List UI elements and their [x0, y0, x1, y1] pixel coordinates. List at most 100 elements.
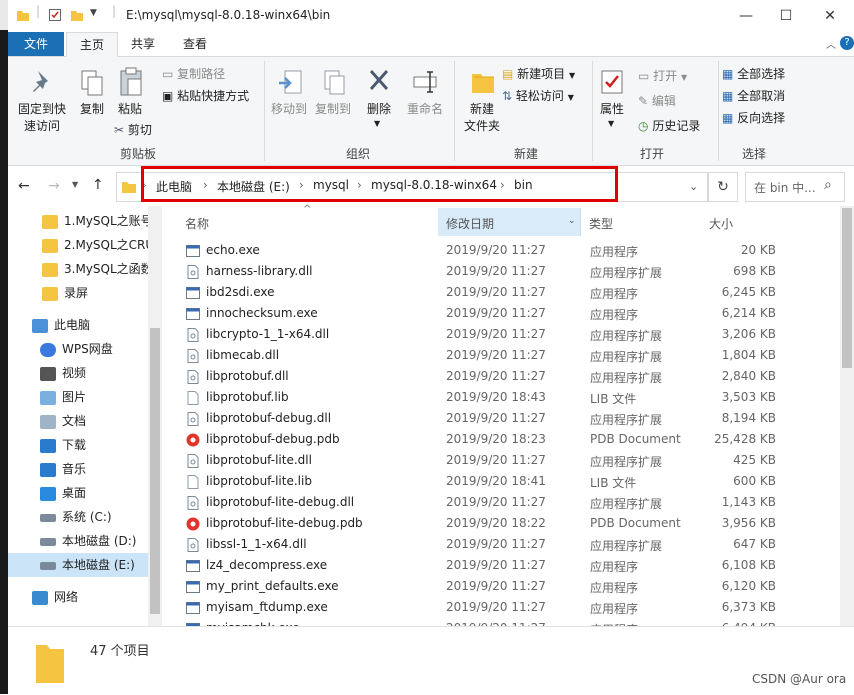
table-row[interactable]: libprotobuf-lite.dll 2019/9/20 11:27 应用程序扩…	[178, 451, 794, 472]
history-button[interactable]: ◷ 历史记录	[638, 117, 700, 134]
folder-icon	[42, 286, 58, 301]
file-size: 2,840 KB	[721, 369, 776, 383]
paste-label: 粘贴	[117, 102, 142, 116]
easy-access-button[interactable]: ⇅ 轻松访问 ▼	[502, 87, 574, 104]
file-size: 6,108 KB	[721, 558, 776, 572]
file-list-header: ^ 名称 修改日期 ⌄ 类型 大小	[163, 204, 843, 236]
table-row[interactable]: innochecksum.exe 2019/9/20 11:27 应用程序 6,214…	[178, 304, 794, 325]
close-button[interactable]: ✕	[820, 6, 840, 26]
copy-path-button[interactable]: ▭ 复制路径	[162, 65, 225, 82]
group-new-label: 新建	[513, 147, 538, 161]
column-header-type[interactable]: 类型	[589, 215, 613, 232]
up-arrow-icon[interactable]: ↑	[92, 177, 104, 193]
table-row[interactable]: libprotobuf.dll 2019/9/20 11:27 应用程序扩展 2,84…	[178, 367, 794, 388]
table-row[interactable]: libssl-1_1-x64.dll 2019/9/20 11:27 应用程序扩展 6…	[178, 535, 794, 556]
paste-button[interactable]: 粘贴	[112, 61, 148, 116]
chevron-down-icon[interactable]: ⌄	[689, 180, 698, 193]
table-row[interactable]: myisam_ftdump.exe 2019/9/20 11:27 应用程序 6,37…	[178, 598, 794, 619]
file-size: 425 KB	[733, 453, 776, 467]
file-date: 2019/9/20 11:27	[446, 348, 546, 362]
select-all-button[interactable]: ▦ 全部选择	[722, 65, 785, 82]
copy-button[interactable]: 复制	[74, 61, 110, 141]
chevron-down-icon[interactable]: ▼	[90, 8, 97, 18]
table-row[interactable]: libprotobuf-debug.dll 2019/9/20 11:27 应用程序…	[178, 409, 794, 430]
table-row[interactable]: libmecab.dll 2019/9/20 11:27 应用程序扩展 1,804 K…	[178, 346, 794, 367]
file-size: 647 KB	[733, 537, 776, 551]
group-divider	[454, 61, 455, 161]
move-to-label: 移动到	[270, 102, 307, 116]
table-row[interactable]: libprotobuf-lite-debug.dll 2019/9/20 11:2…	[178, 493, 794, 514]
minimize-button[interactable]: —	[736, 6, 756, 26]
file-name: libmecab.dll	[206, 348, 280, 362]
column-header-name[interactable]: 名称	[185, 215, 209, 232]
file-date: 2019/9/20 11:27	[446, 453, 546, 467]
copy-path-icon: ▭	[162, 67, 174, 81]
column-header-size[interactable]: 大小	[709, 215, 733, 232]
move-to-button[interactable]: 移动到	[268, 61, 310, 141]
file-type: PDB Document	[590, 432, 681, 446]
group-organize-label: 组织	[345, 147, 370, 161]
chevron-up-icon[interactable]: ︿	[826, 36, 836, 51]
properties-button[interactable]: 属性 ▼	[594, 61, 630, 141]
invert-selection-button[interactable]: ▦ 反向选择	[722, 109, 785, 126]
open-button[interactable]: ▭ 打开 ▼	[638, 67, 687, 84]
nav-scrollbar-thumb[interactable]	[150, 328, 160, 614]
paste-shortcut-button[interactable]: ▣ 粘贴快捷方式	[162, 87, 249, 104]
table-row[interactable]: libprotobuf-lite-debug.pdb 2019/9/20 18:2…	[178, 514, 794, 535]
cut-button[interactable]: ✂ 剪切	[114, 121, 152, 138]
table-row[interactable]: harness-library.dll 2019/9/20 11:27 应用程序扩展…	[178, 262, 794, 283]
tab-view[interactable]: 查看	[172, 32, 218, 56]
table-row[interactable]: libcrypto-1_1-x64.dll 2019/9/20 11:27 应用程序…	[178, 325, 794, 346]
easy-access-label: 轻松访问	[515, 89, 564, 103]
pin-quick-access-button[interactable]: 固定到快 速访问	[12, 61, 72, 141]
column-header-date[interactable]: 修改日期 ⌄	[438, 208, 581, 236]
tab-file[interactable]: 文件	[8, 32, 64, 56]
back-arrow-icon[interactable]: ←	[18, 178, 30, 194]
table-row[interactable]: ibd2sdi.exe 2019/9/20 11:27 应用程序 6,245 KB	[178, 283, 794, 304]
table-row[interactable]: my_print_defaults.exe 2019/9/20 11:27 应用程序…	[178, 577, 794, 598]
file-name: echo.exe	[206, 243, 260, 257]
nav-item-drive-e[interactable]: 本地磁盘 (E:)	[8, 553, 148, 577]
delete-button[interactable]: 删除 ▼	[364, 61, 394, 141]
chevron-down-icon[interactable]: ⌄	[568, 216, 576, 226]
video-icon	[40, 366, 56, 381]
edit-button[interactable]: ✎ 编辑	[638, 92, 676, 109]
select-none-button[interactable]: ▦ 全部取消	[722, 87, 785, 104]
table-row[interactable]: libprotobuf-lite.lib 2019/9/20 18:41 LIB 文…	[178, 472, 794, 493]
maximize-button[interactable]: ☐	[776, 6, 796, 26]
new-item-icon: ▤	[502, 67, 514, 81]
copy-to-button[interactable]: 复制到	[312, 61, 354, 141]
status-bar	[8, 626, 854, 695]
file-type: LIB 文件	[590, 476, 637, 490]
refresh-icon[interactable]: ↻	[708, 172, 738, 202]
file-size: 1,804 KB	[721, 348, 776, 362]
file-name: libprotobuf-debug.dll	[206, 411, 332, 425]
file-type: PDB Document	[590, 516, 681, 530]
new-item-button[interactable]: ▤ 新建项目 ▼	[502, 65, 575, 82]
select-none-icon: ▦	[722, 89, 734, 103]
tab-home[interactable]: 主页	[66, 32, 118, 57]
dll-icon	[187, 412, 199, 426]
new-folder-button[interactable]: 新建 文件夹	[456, 61, 508, 141]
search-input[interactable]: 在 bin 中... ⌕	[745, 172, 845, 202]
copy-path-label: 复制路径	[177, 67, 226, 81]
drive-icon	[40, 561, 56, 570]
file-size: 3,503 KB	[721, 390, 776, 404]
file-list-scrollbar-thumb[interactable]	[842, 208, 852, 368]
table-row[interactable]: lz4_decompress.exe 2019/9/20 11:27 应用程序 6,1…	[178, 556, 794, 577]
table-row[interactable]: libprotobuf.lib 2019/9/20 18:43 LIB 文件 3,50…	[178, 388, 794, 409]
new-folder-quick-icon[interactable]	[70, 8, 84, 22]
file-name: libprotobuf-lite.lib	[206, 474, 312, 488]
tab-share[interactable]: 共享	[120, 32, 166, 56]
history-icon: ◷	[638, 119, 649, 133]
pin-label: 固定到快 速访问	[17, 102, 66, 133]
file-name: harness-library.dll	[206, 264, 313, 278]
rename-button[interactable]: 重命名	[402, 61, 448, 141]
open-icon: ▭	[638, 69, 650, 83]
chevron-down-icon[interactable]: ▼	[72, 180, 78, 189]
properties-quick-icon[interactable]	[48, 8, 62, 22]
help-icon[interactable]: ?	[840, 36, 854, 50]
forward-arrow-icon[interactable]: →	[48, 178, 60, 194]
table-row[interactable]: libprotobuf-debug.pdb 2019/9/20 18:23 PDB …	[178, 430, 794, 451]
table-row[interactable]: echo.exe 2019/9/20 11:27 应用程序 20 KB	[178, 241, 794, 262]
